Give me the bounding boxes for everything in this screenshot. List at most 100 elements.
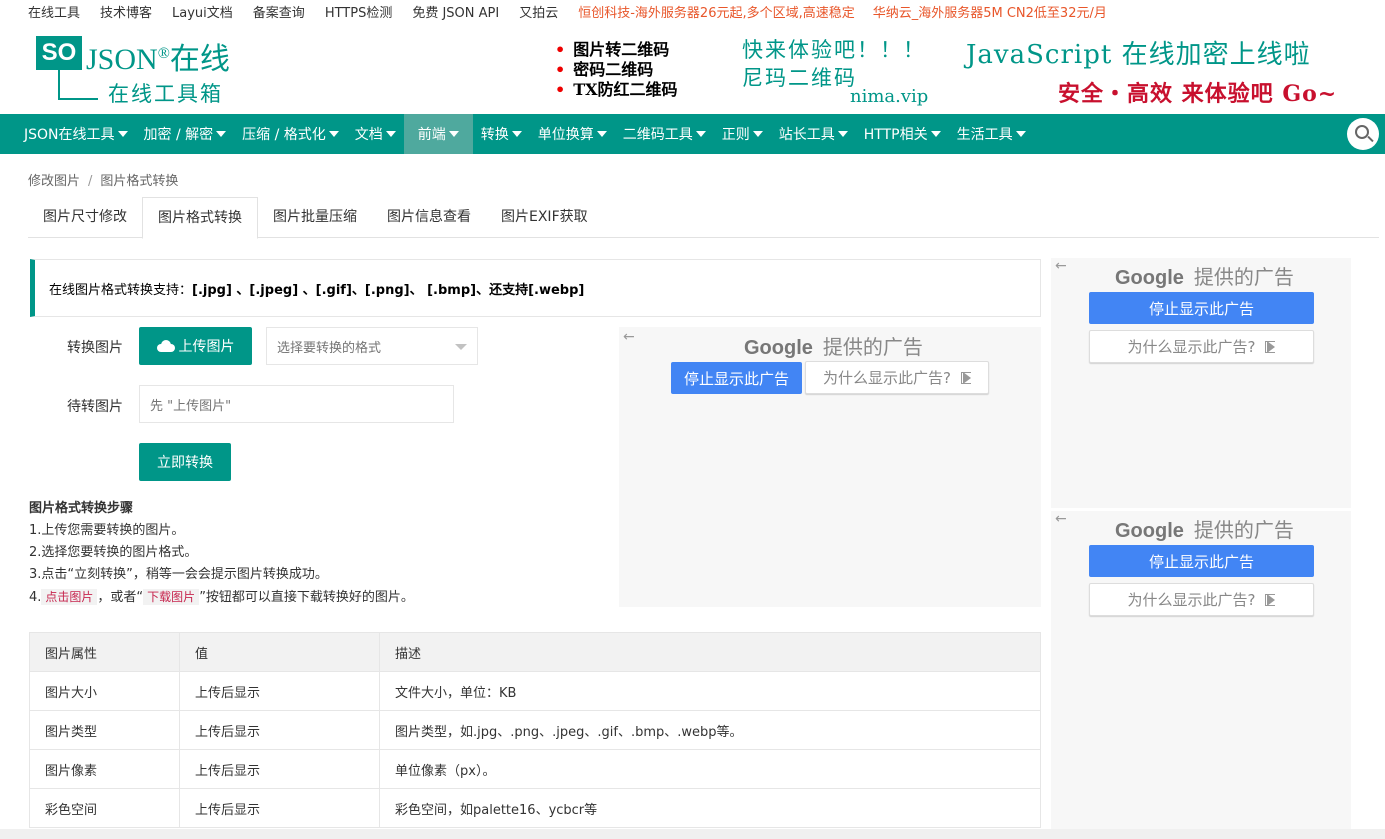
ad-stop-button[interactable]: 停止显示此广告 (1089, 292, 1314, 324)
toplink-layui-docs[interactable]: Layui文档 (172, 2, 233, 21)
ad-why-button[interactable]: 为什么显示此广告? (805, 361, 989, 394)
site-header: SO JSON®在线 在线工具箱 • 图片转二维码 • 密码二维码 • TX防红二维码… (0, 22, 1385, 114)
ad-provider: Google 提供的广告 (1115, 514, 1294, 543)
convert-now-button[interactable]: 立即转换 (139, 443, 231, 481)
step-item: 4. 点击图片 ，或者“ 下载图片 ”按钮都可以直接下载转换好的图片。 (29, 586, 414, 609)
nav-compress-format[interactable]: 压缩 / 格式化 (234, 114, 347, 154)
table-cell: 单位像素（px）。 (379, 749, 1041, 789)
nav-life-tools[interactable]: 生活工具 (949, 114, 1034, 154)
tab-image-batch-compress[interactable]: 图片批量压缩 (258, 197, 372, 238)
ad-why-label: 为什么显示此广告? (823, 369, 951, 387)
promo-js-encrypt-slogan[interactable]: 安全・高效 来体验吧 Go~ (1058, 76, 1337, 108)
nav-frontend[interactable]: 前端 (403, 114, 473, 154)
toplink-online-tools[interactable]: 在线工具 (28, 2, 80, 21)
bullet-icon: • (555, 40, 566, 59)
toplink-ad-huanayun[interactable]: 华纳云_海外服务器5M CN2低至32元/月 (873, 2, 1107, 21)
nav-unit-conversion[interactable]: 单位换算 (530, 114, 615, 154)
search-icon[interactable] (1347, 118, 1379, 150)
step-text: ，或者“ (97, 590, 144, 605)
caret-down-icon (837, 131, 848, 137)
table-cell: 上传后显示 (179, 788, 380, 828)
google-wordmark: Google (744, 337, 813, 359)
table-header-row: 图片属性 值 描述 (29, 632, 1041, 672)
notice-formats: [.jpg] 、[.jpeg] 、[.gif]、[.png]、 [.bmp]、还… (192, 282, 585, 298)
caret-down-icon (695, 131, 706, 137)
adchoices-icon (960, 371, 971, 384)
table-cell: 上传后显示 (179, 671, 380, 711)
nav-label: 压缩 / 格式化 (242, 127, 326, 143)
caret-down-icon (216, 131, 227, 137)
conversion-steps: 图片格式转换步骤 1.上传您需要转换的图片。 2.选择您要转换的图片格式。 3.… (29, 498, 414, 609)
nav-regex[interactable]: 正则 (714, 114, 771, 154)
nav-convert[interactable]: 转换 (473, 114, 530, 154)
logo-online-word: 在线 (169, 43, 230, 76)
ad-back-icon[interactable]: ← (1055, 258, 1067, 274)
tab-image-resize[interactable]: 图片尺寸修改 (28, 197, 142, 238)
promo-cta[interactable]: 快来体验吧！！！ 尼玛二维码 (742, 36, 926, 92)
table-row: 图片像素 上传后显示 单位像素（px）。 (29, 749, 1041, 789)
ad-provided-text: 提供的广告 (1193, 520, 1294, 542)
pending-image-input[interactable]: 先 "上传图片" (139, 385, 454, 423)
table-cell: 上传后显示 (179, 749, 380, 789)
promo-url[interactable]: nima.vip (850, 86, 928, 107)
breadcrumb-separator: / (88, 174, 93, 189)
logo-arrow-icon (58, 70, 98, 100)
caret-down-icon (448, 131, 459, 137)
nav-label: 文档 (354, 127, 383, 143)
adchoices-icon (1265, 340, 1276, 353)
toplink-upyun[interactable]: 又拍云 (519, 2, 558, 21)
nav-json-tools[interactable]: JSON在线工具 (16, 114, 136, 154)
logo-so-badge: SO (36, 36, 82, 70)
table-header-cell: 描述 (379, 632, 1041, 672)
toplink-json-api[interactable]: 免费 JSON API (412, 2, 499, 21)
cloud-upload-icon (156, 340, 175, 352)
nav-webmaster-tools[interactable]: 站长工具 (771, 114, 856, 154)
toplink-tech-blog[interactable]: 技术博客 (100, 2, 152, 21)
nav-label: 前端 (417, 127, 446, 143)
step-code: 下载图片 (143, 589, 200, 605)
promo-js-encrypt-banner[interactable]: JavaScript 在线加密上线啦 (966, 34, 1311, 71)
step-text: 4. (29, 590, 42, 605)
ad-stop-button[interactable]: 停止显示此广告 (671, 362, 802, 394)
tab-image-format-convert[interactable]: 图片格式转换 (142, 197, 258, 239)
format-select[interactable]: 选择要转换的格式 (266, 327, 478, 365)
ad-why-button[interactable]: 为什么显示此广告? (1089, 583, 1314, 616)
tab-image-info[interactable]: 图片信息查看 (372, 197, 486, 238)
step-item: 1.上传您需要转换的图片。 (29, 523, 185, 538)
toplink-ad-hengchuang[interactable]: 恒创科技-海外服务器26元起,多个区域,高速稳定 (578, 2, 855, 21)
nav-encrypt-decrypt[interactable]: 加密 / 解密 (136, 114, 235, 154)
caret-down-icon (117, 131, 128, 137)
google-ad-right-top: ← Google 提供的广告 停止显示此广告 为什么显示此广告? (1051, 258, 1351, 508)
table-cell: 彩色空间 (29, 788, 180, 828)
nav-docs[interactable]: 文档 (347, 114, 404, 154)
bullet-icon: • (555, 80, 566, 99)
caret-down-icon (511, 131, 522, 137)
caret-down-icon (385, 131, 396, 137)
ad-provider: Google 提供的广告 (744, 331, 923, 360)
promo-line: • 密码二维码 (555, 60, 678, 80)
table-cell: 图片大小 (29, 671, 180, 711)
nav-qrcode-tools[interactable]: 二维码工具 (615, 114, 714, 154)
upload-image-button[interactable]: 上传图片 (139, 327, 252, 365)
ad-back-icon[interactable]: ← (1055, 511, 1067, 527)
nav-label: JSON在线工具 (24, 127, 115, 143)
promo-qrcode-list[interactable]: • 图片转二维码 • 密码二维码 • TX防红二维码 (555, 40, 678, 100)
format-select-placeholder: 选择要转换的格式 (277, 340, 382, 356)
ad-stop-button[interactable]: 停止显示此广告 (1089, 545, 1314, 577)
promo-line-text: 图片转二维码 (573, 40, 670, 59)
nav-http[interactable]: HTTP相关 (856, 114, 949, 154)
toplink-icp-lookup[interactable]: 备案查询 (253, 2, 305, 21)
ad-back-icon[interactable]: ← (623, 329, 635, 345)
tool-tabs: 图片尺寸修改 图片格式转换 图片批量压缩 图片信息查看 图片EXIF获取 (28, 197, 1379, 239)
toplink-https-check[interactable]: HTTPS检测 (325, 2, 393, 21)
tab-image-exif[interactable]: 图片EXIF获取 (486, 197, 603, 238)
google-ad-center: ← Google 提供的广告 停止显示此广告 为什么显示此广告? (619, 327, 1041, 607)
main-nav: JSON在线工具 加密 / 解密 压缩 / 格式化 文档 前端 转换 单位换算 … (0, 114, 1385, 154)
bullet-icon: • (555, 60, 566, 79)
site-logo[interactable]: SO JSON®在线 在线工具箱 (36, 36, 246, 108)
steps-title: 图片格式转换步骤 (29, 501, 134, 516)
breadcrumb-parent[interactable]: 修改图片 (28, 174, 80, 189)
google-wordmark: Google (1115, 267, 1184, 289)
ad-why-button[interactable]: 为什么显示此广告? (1089, 330, 1314, 363)
adchoices-icon (1265, 593, 1276, 606)
